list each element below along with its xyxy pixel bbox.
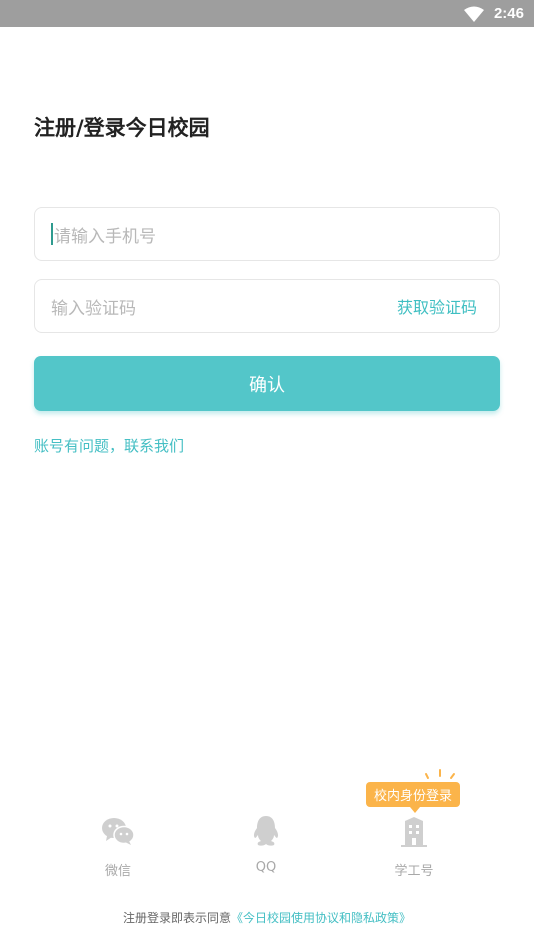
wifi-icon [463, 6, 484, 22]
qq-icon [252, 812, 280, 850]
code-placeholder: 输入验证码 [51, 298, 136, 319]
status-time: 2:46 [493, 5, 524, 22]
wechat-icon [101, 812, 135, 850]
privacy-policy-link[interactable]: 《今日校园使用协议和隐私政策》 [231, 911, 411, 925]
get-code-button[interactable]: 获取验证码 [397, 294, 483, 318]
sparkle-icon [425, 769, 455, 779]
building-icon [399, 812, 429, 850]
text-cursor [51, 223, 53, 245]
confirm-button[interactable]: 确认 [34, 356, 500, 411]
campus-login-badge: 校内身份登录 [366, 782, 461, 813]
phone-placeholder: 请输入手机号 [54, 226, 156, 247]
qq-label: QQ [255, 860, 277, 875]
phone-input[interactable]: 请输入手机号 [34, 207, 500, 261]
agreement-text: 注册登录即表示同意《今日校园使用协议和隐私政策》 [0, 909, 534, 926]
status-bar: 2:46 [0, 0, 534, 27]
agreement-prefix: 注册登录即表示同意 [122, 911, 231, 925]
wechat-login-button[interactable]: 微信 [78, 812, 158, 879]
wechat-label: 微信 [104, 864, 131, 879]
verification-code-input[interactable]: 输入验证码 获取验证码 [34, 279, 500, 333]
staff-id-login-button[interactable]: 学工号 [374, 812, 454, 879]
page-title: 注册/登录今日校园 [34, 116, 210, 140]
staff-id-label: 学工号 [394, 864, 434, 879]
qq-login-button[interactable]: QQ [226, 812, 306, 875]
account-help-link[interactable]: 账号有问题，联系我们 [34, 435, 184, 456]
